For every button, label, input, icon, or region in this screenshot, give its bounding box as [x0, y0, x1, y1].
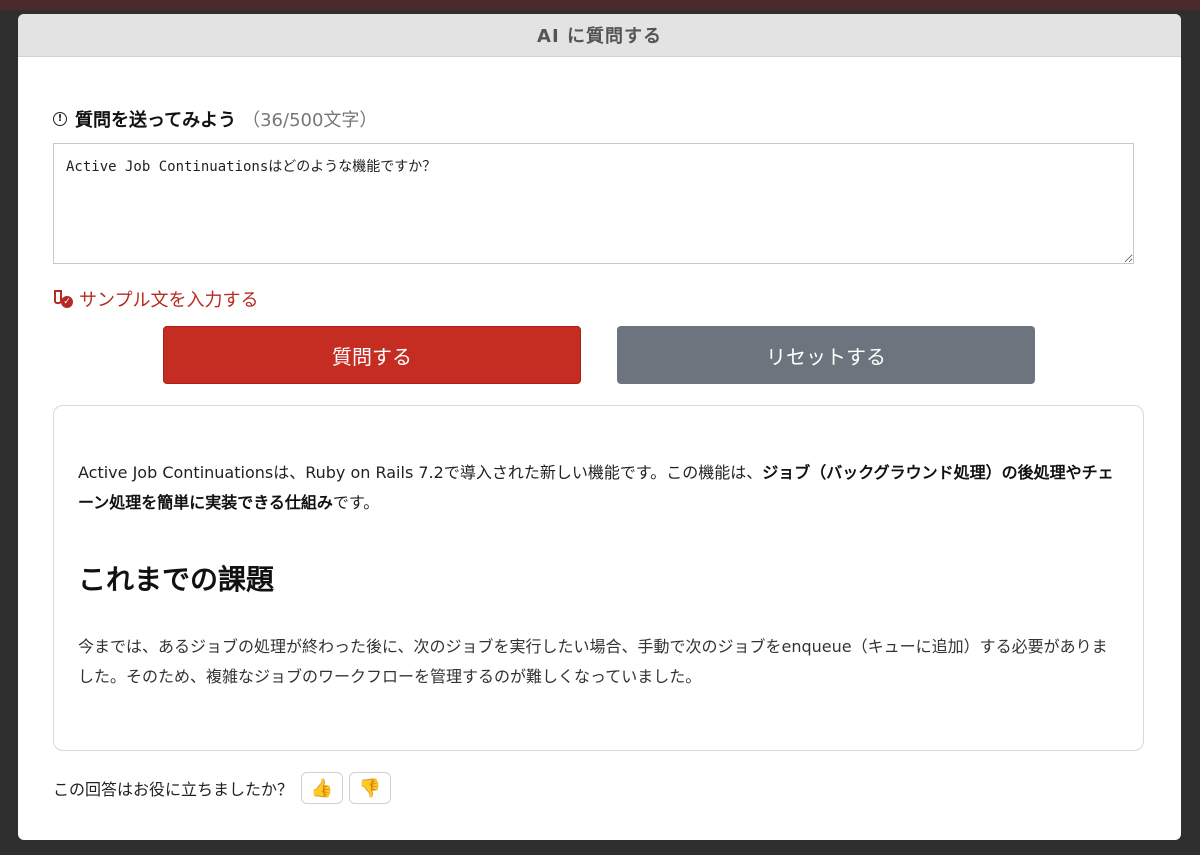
sample-text-link[interactable]: ✓ サンプル文を入力する [53, 286, 258, 312]
question-input[interactable]: Active Job Continuationsはどのような機能ですか？ [53, 143, 1134, 264]
question-label: 質問を送ってみよう [75, 110, 237, 131]
thumbs-up-button[interactable]: 👍 [301, 772, 344, 804]
char-count: （36/500文字） [242, 110, 378, 131]
sample-text-label: サンプル文を入力する [79, 290, 259, 311]
thumbs-up-icon: 👍 [310, 777, 334, 799]
question-input-wrap: Active Job Continuationsはどのような機能ですか？ [53, 143, 1134, 264]
feedback-question: この回答はお役に立ちましたか？ [53, 780, 294, 799]
thumbs-down-icon: 👎 [358, 777, 382, 799]
answer-p1-text: Active Job Continuationsは、Ruby on Rails … [78, 463, 763, 482]
background-strip [0, 0, 1200, 10]
answer-panel: Active Job Continuationsは、Ruby on Rails … [53, 405, 1144, 751]
flask-check-icon: ✓ [53, 289, 73, 309]
answer-p1-tail: です。 [332, 493, 380, 512]
answer-paragraph-2: 今までは、あるジョブの処理が終わった後に、次のジョブを実行したい場合、手動で次の… [78, 637, 1108, 686]
feedback-row: この回答はお役に立ちましたか？ 👍 👎 [53, 772, 397, 804]
ai-question-modal: AI に質問する ! 質問を送ってみよう （36/500文字） Active J… [18, 14, 1181, 840]
answer-paragraph-1: Active Job Continuationsは、Ruby on Rails … [78, 458, 1119, 518]
answer-heading: これまでの課題 [78, 563, 275, 596]
modal-title: AI に質問する [537, 26, 662, 47]
info-icon: ! [53, 112, 67, 126]
modal-header: AI に質問する [18, 14, 1181, 57]
reset-button[interactable]: リセットする [617, 326, 1035, 384]
thumbs-down-button[interactable]: 👎 [349, 772, 392, 804]
question-label-row: ! 質問を送ってみよう （36/500文字） [53, 106, 377, 132]
submit-question-button[interactable]: 質問する [163, 326, 581, 384]
